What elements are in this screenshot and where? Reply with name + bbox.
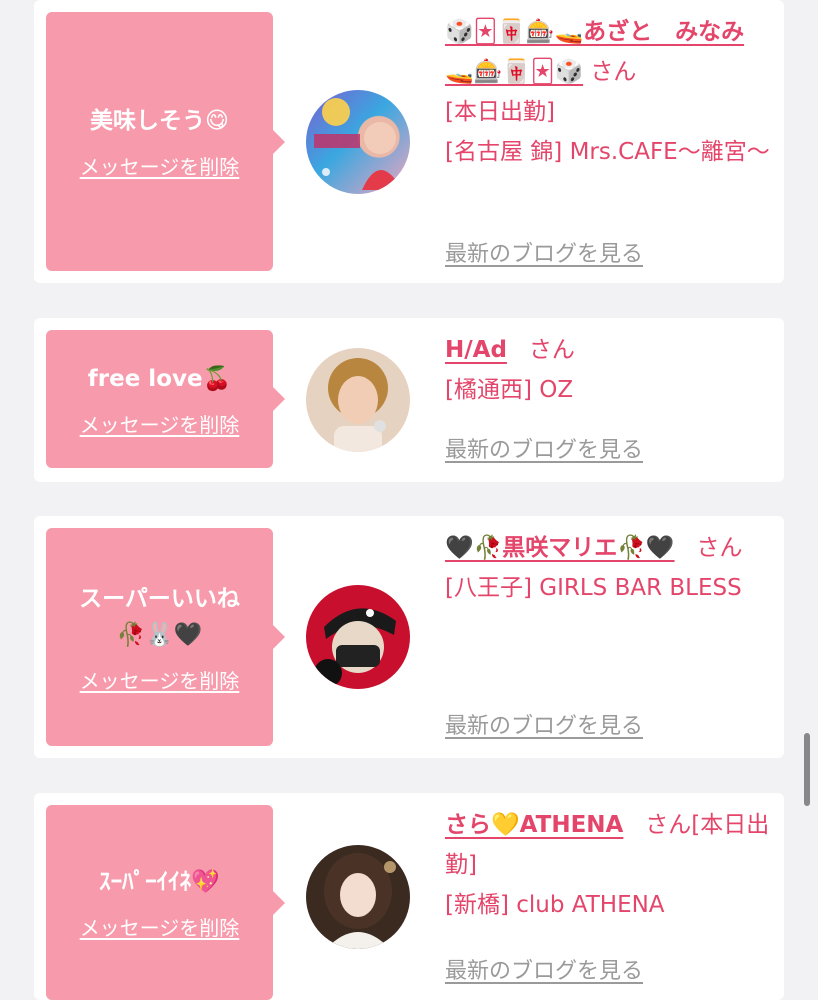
message-card: 美味しそう😋 メッセージを削除 🎲🃏🀄🎰🚤あざと みなみ🚤🎰🀄🃏🎲 さん [本日… [34, 0, 784, 283]
shop-name: [新橋] club ATHENA [445, 892, 665, 918]
honorific: さん [528, 337, 575, 363]
message-card: free love🍒 メッセージを削除 H/Ad さん [橘通西] OZ 最新の… [34, 318, 784, 482]
latest-blog-link[interactable]: 最新のブログを見る [445, 953, 643, 985]
message-bubble: 美味しそう😋 メッセージを削除 [46, 12, 285, 271]
scrollbar[interactable] [804, 733, 810, 806]
latest-blog-link[interactable]: 最新のブログを見る [445, 708, 643, 740]
avatar-image [328, 358, 388, 452]
delete-message-link[interactable]: メッセージを削除 [80, 665, 240, 694]
message-text: スーパーいいね🥀🐰🖤 [79, 585, 240, 648]
user-info: 🖤🥀黒咲マリエ🥀🖤 さん [八王子] GIRLS BAR BLESS [445, 528, 770, 608]
user-name-link[interactable]: H/Ad [445, 337, 507, 363]
user-name-link[interactable]: さら💛ATHENA [445, 812, 623, 838]
message-text: ｽｰﾊﾟｰｲｲﾈ💖 [99, 869, 220, 895]
latest-blog-link[interactable]: 最新のブログを見る [445, 236, 643, 268]
work-status: [本日出勤] [445, 99, 555, 125]
delete-message-link[interactable]: メッセージを削除 [80, 912, 240, 941]
shop-name: [名古屋 錦] Mrs.CAFE〜離宮〜 [445, 139, 770, 165]
message-card: ｽｰﾊﾟｰｲｲﾈ💖 メッセージを削除 さら💛ATHENA さん[本日出勤] [新… [34, 793, 784, 1000]
avatar[interactable] [306, 348, 410, 452]
delete-message-link[interactable]: メッセージを削除 [80, 409, 240, 438]
message-card: スーパーいいね🥀🐰🖤 メッセージを削除 🖤🥀黒咲マリエ🥀🖤 さん [八王子] G… [34, 516, 784, 758]
avatar[interactable] [306, 845, 410, 949]
message-text: free love🍒 [87, 365, 232, 392]
shop-name: [橘通西] OZ [445, 377, 574, 403]
honorific: さん [645, 812, 692, 838]
avatar-image [324, 853, 396, 949]
user-info: さら💛ATHENA さん[本日出勤] [新橋] club ATHENA [445, 805, 770, 925]
user-info: H/Ad さん [橘通西] OZ [445, 330, 770, 410]
message-bubble: free love🍒 メッセージを削除 [46, 330, 285, 468]
user-info: 🎲🃏🀄🎰🚤あざと みなみ🚤🎰🀄🃏🎲 さん [本日出勤] [名古屋 錦] Mrs.… [445, 12, 770, 172]
avatar[interactable] [306, 90, 410, 194]
message-text: 美味しそう😋 [90, 108, 229, 134]
honorific: さん [590, 59, 637, 85]
avatar[interactable] [306, 585, 410, 689]
delete-message-link[interactable]: メッセージを削除 [80, 151, 240, 180]
latest-blog-link[interactable]: 最新のブログを見る [445, 432, 643, 464]
user-name-link[interactable]: 🖤🥀黒咲マリエ🥀🖤 [445, 535, 675, 561]
honorific: さん [696, 535, 743, 561]
shop-name: [八王子] GIRLS BAR BLESS [445, 575, 742, 601]
avatar-image [314, 98, 402, 190]
avatar-image [314, 608, 396, 687]
message-bubble: スーパーいいね🥀🐰🖤 メッセージを削除 [46, 528, 285, 746]
message-bubble: ｽｰﾊﾟｰｲｲﾈ💖 メッセージを削除 [46, 805, 285, 1000]
